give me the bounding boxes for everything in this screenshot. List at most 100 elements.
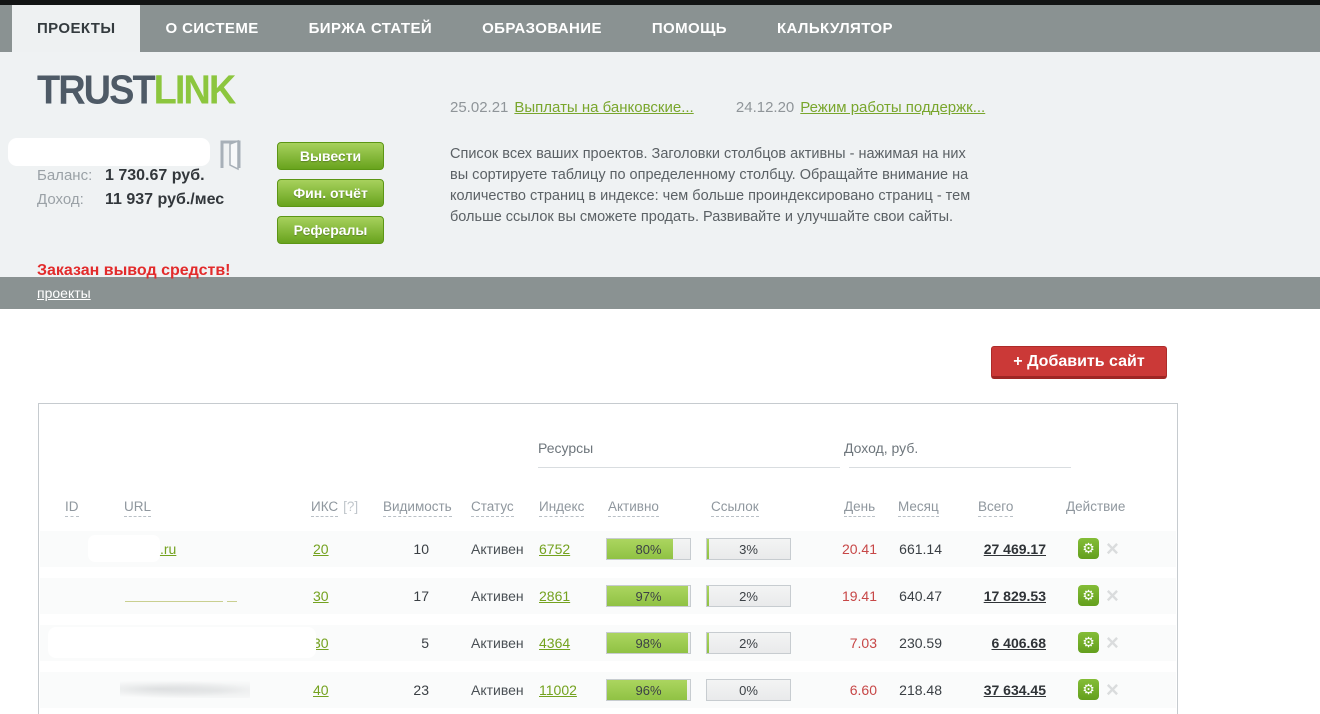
active-percent-label: 96% [635,683,662,698]
col-header-url[interactable]: URL [124,499,152,517]
settings-gear-button[interactable]: ⚙ [1078,538,1099,559]
news-link-payments[interactable]: Выплаты на банковские... [514,99,693,116]
nav-tab-about[interactable]: О СИСТЕМЕ [140,5,283,52]
active-progress-bar: 97% [606,585,691,607]
nav-tab-calculator[interactable]: КАЛЬКУЛЯТОР [752,5,918,52]
cell-income-day: 7.03 [849,635,877,651]
redacted-url-smudge [120,680,250,698]
redacted-id-url [48,627,316,658]
settings-gear-button[interactable]: ⚙ [1078,632,1099,653]
active-percent-label: 80% [635,542,662,557]
settings-gear-button[interactable]: ⚙ [1078,585,1099,606]
col-header-month[interactable]: Месяц [898,499,939,517]
links-percent-label: 0% [739,683,758,698]
col-header-iks[interactable]: ИКС [?] [311,499,358,517]
referrals-button[interactable]: Рефералы [277,216,384,244]
cell-status: Активен [471,588,524,604]
news-link-support[interactable]: Режим работы поддержк... [800,99,985,116]
iks-help-icon[interactable]: [?] [343,499,358,514]
col-header-index[interactable]: Индекс [539,499,585,517]
delete-site-button[interactable]: × [1106,627,1119,659]
cell-index: 6752 [539,531,570,567]
cell-status: Активен [471,541,524,557]
nav-tab-education[interactable]: ОБРАЗОВАНИЕ [457,5,627,52]
cell-iks: 20 [313,531,329,567]
nav-tab-help[interactable]: ПОМОЩЬ [627,5,752,52]
page-header: TRUSTLINK 25.02.21 Выплаты на банковские.… [0,52,1320,279]
col-header-visibility[interactable]: Видимость [383,499,452,517]
col-header-active[interactable]: Активно [608,499,659,517]
cell-visibility: 23 [413,682,429,698]
table-row: 40 23 Активен 11002 96% 0% 6.60 218.48 3… [40,672,1176,708]
cell-income-total: 6 406.68 [939,625,1047,661]
cell-iks: 30 [313,578,329,614]
index-value-link[interactable]: 2861 [539,588,570,604]
index-value-link[interactable]: 11002 [539,682,577,698]
iks-value-link[interactable]: 40 [313,682,329,698]
cell-status: Активен [471,682,524,698]
table-row: remtlt.ru 20 10 Активен 6752 80% 3% 20.4… [40,531,1176,567]
trustlink-logo[interactable]: TRUSTLINK [37,68,237,114]
breadcrumb-projects-link[interactable]: проекты [37,285,91,301]
links-progress-bar: 3% [706,538,791,560]
iks-value-link[interactable]: 30 [313,588,329,604]
iks-value-link[interactable]: 20 [313,541,329,557]
fin-report-button[interactable]: Фин. отчёт [277,179,384,207]
projects-table: Ресурсы Доход, руб. ID URL ИКС [?] Видимо… [38,403,1178,714]
income-value: 11 937 руб./мес [105,191,225,208]
group-header-income: Доход, руб. [844,440,919,456]
table-row: 30 17 Активен 2861 97% 2% 19.41 640.47 1… [40,578,1176,614]
news-date: 25.02.21 [450,99,509,116]
nav-tab-projects[interactable]: ПРОЕКТЫ [12,5,141,52]
delete-site-button[interactable]: × [1106,580,1119,612]
active-percent-label: 98% [635,636,662,651]
projects-description: Список всех ваших проектов. Заголовки ст… [450,146,971,225]
col-header-action: Действие [1066,499,1126,514]
index-value-link[interactable]: 6752 [539,541,570,557]
income-label: Доход: [37,191,84,208]
cell-income-month: 661.14 [899,541,942,557]
total-income-link[interactable]: 6 406.68 [992,635,1047,651]
main-nav: ПРОЕКТЫ О СИСТЕМЕ БИРЖА СТАТЕЙ ОБРАЗОВАН… [0,5,1320,52]
logo-link: LINK [153,68,237,114]
withdraw-button[interactable]: Вывести [277,142,384,170]
links-percent-label: 3% [739,542,758,557]
add-site-button[interactable]: + Добавить сайт [991,346,1167,379]
index-value-link[interactable]: 4364 [539,635,570,651]
cell-index: 4364 [539,625,570,661]
cell-income-day: 6.60 [849,682,877,698]
redacted-url [125,601,275,617]
cell-income-month: 640.47 [899,588,942,604]
cell-income-month: 230.59 [899,635,942,651]
total-income-link[interactable]: 17 829.53 [984,588,1046,604]
col-header-total[interactable]: Всего [978,499,1014,517]
account-balance-block: Баланс: 1 730.67 руб. Доход: 11 937 руб./м… [37,164,224,212]
redacted-id [88,535,160,562]
group-header-resources: Ресурсы [538,440,594,456]
delete-site-button[interactable]: × [1106,674,1119,706]
total-income-link[interactable]: 37 634.45 [984,682,1046,698]
cell-income-month: 218.48 [899,682,942,698]
links-percent-label: 2% [739,589,758,604]
withdrawal-ordered-alert: Заказан вывод средств! [37,262,231,279]
nav-tab-articles[interactable]: БИРЖА СТАТЕЙ [284,5,457,52]
account-buttons: Вывести Фин. отчёт Рефералы [277,142,384,253]
total-income-link[interactable]: 27 469.17 [984,541,1046,557]
cell-visibility: 17 [413,588,429,604]
cell-iks: 40 [313,672,329,708]
links-progress-bar: 2% [706,632,791,654]
cell-index: 2861 [539,578,570,614]
cell-visibility: 10 [413,541,429,557]
col-header-status[interactable]: Статус [471,499,514,517]
col-header-id[interactable]: ID [65,499,79,517]
cell-status: Активен [471,635,524,651]
group-divider-resources [538,467,840,468]
logo-trust: TRUST [37,68,156,114]
breadcrumb: проекты [0,277,1320,309]
col-header-links[interactable]: Ссылок [711,499,759,517]
news-date: 24.12.20 [735,99,795,116]
links-progress-bar: 2% [706,585,791,607]
delete-site-button[interactable]: × [1106,533,1119,565]
settings-gear-button[interactable]: ⚙ [1078,679,1099,700]
col-header-day[interactable]: День [844,499,876,517]
